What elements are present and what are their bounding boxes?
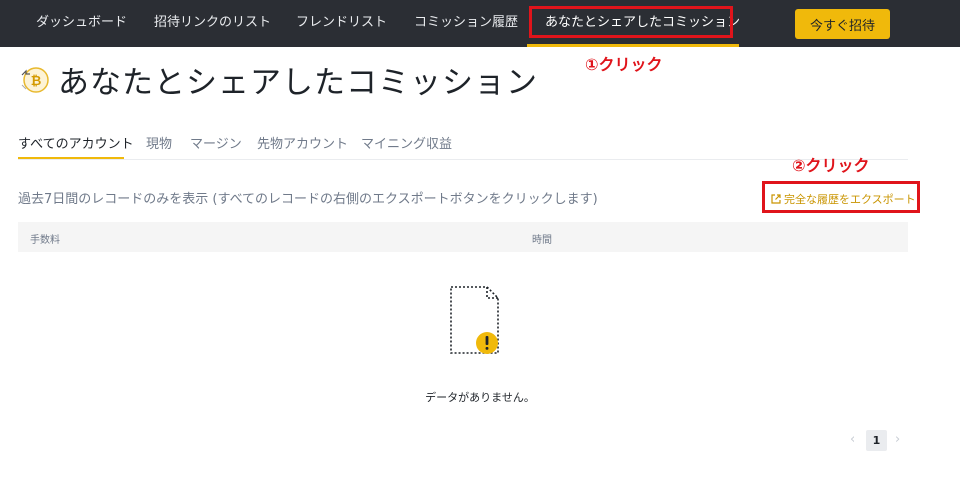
- column-time: 時間: [532, 235, 552, 246]
- tabs-divider: [18, 159, 908, 160]
- invite-now-button[interactable]: 今すぐ招待: [795, 9, 890, 39]
- empty-message: データがありません。: [425, 391, 535, 404]
- pagination-page-1[interactable]: 1: [866, 430, 887, 451]
- export-history-label: 完全な履歴をエクスポート: [784, 193, 916, 206]
- coin-icon: ₿: [21, 67, 49, 93]
- empty-document-icon: [450, 286, 499, 354]
- tab-margin[interactable]: マージン: [190, 133, 242, 152]
- tab-all-accounts[interactable]: すべてのアカウント: [18, 133, 134, 152]
- export-history-link[interactable]: 完全な履歴をエクスポート: [771, 191, 916, 207]
- tab-mining[interactable]: マイニング収益: [361, 133, 452, 152]
- annotation-step1: ①クリック: [585, 55, 663, 74]
- pagination-prev[interactable]: ‹: [850, 432, 855, 447]
- table-header: 手数料 時間: [18, 222, 908, 252]
- nav-active-indicator: [527, 44, 739, 47]
- nav-item-commission-history[interactable]: コミッション履歴: [414, 0, 518, 47]
- records-info-text: 過去7日間のレコードのみを表示 (すべてのレコードの右側のエクスポートボタンをク…: [18, 192, 598, 207]
- page-title: あなたとシェアしたコミッション: [58, 65, 538, 101]
- top-nav: ダッシュボード 招待リンクのリスト フレンドリスト コミッション履歴 あなたとシ…: [0, 0, 960, 47]
- external-link-icon: [771, 194, 781, 204]
- annotation-box-step1: [529, 6, 733, 38]
- warning-icon: [476, 332, 498, 354]
- column-fee: 手数料: [30, 235, 60, 246]
- nav-item-invite-links[interactable]: 招待リンクのリスト: [154, 0, 271, 47]
- nav-item-friends[interactable]: フレンドリスト: [296, 0, 387, 47]
- pagination-next[interactable]: ›: [895, 432, 900, 447]
- annotation-step2: ②クリック: [792, 156, 870, 175]
- svg-text:₿: ₿: [31, 74, 42, 89]
- tab-futures[interactable]: 先物アカウント: [257, 133, 348, 152]
- nav-item-dashboard[interactable]: ダッシュボード: [36, 0, 127, 47]
- tab-spot[interactable]: 現物: [146, 133, 172, 152]
- tab-active-indicator: [18, 157, 124, 159]
